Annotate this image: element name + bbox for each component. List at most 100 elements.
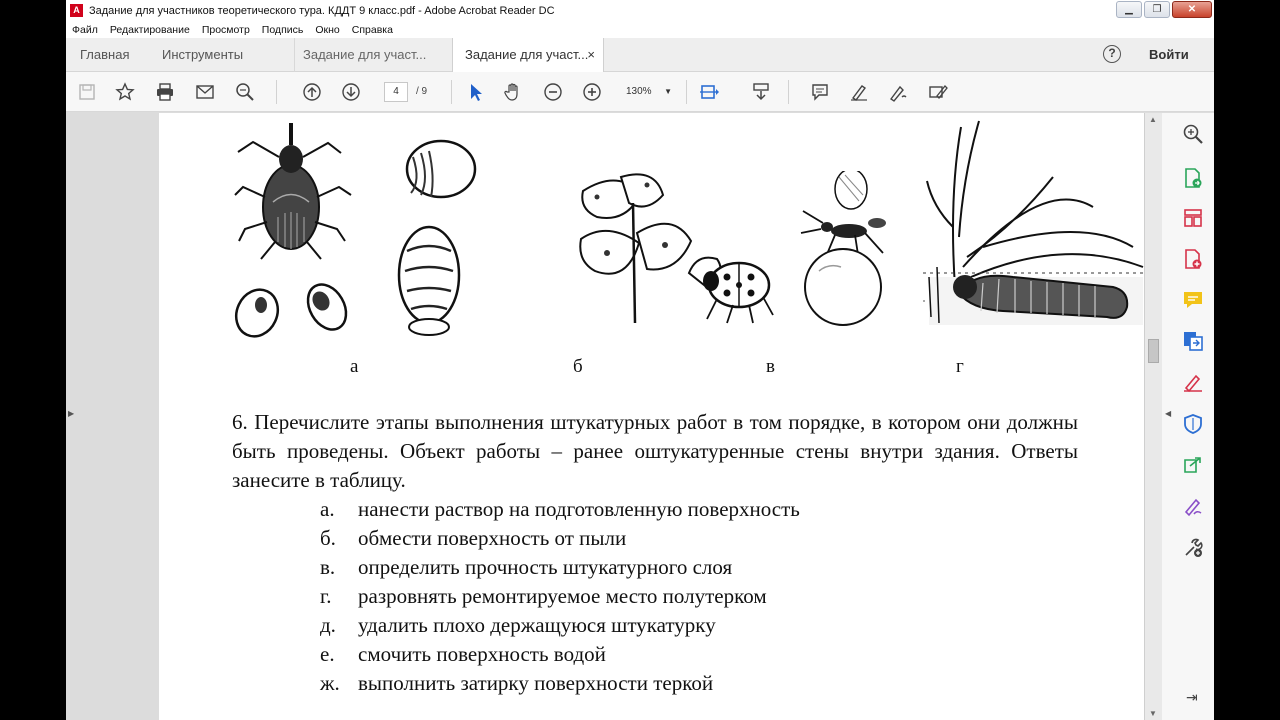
figure-caption-g: г bbox=[956, 356, 964, 377]
sign-in-button[interactable]: Войти bbox=[1149, 38, 1189, 72]
option-letter: в. bbox=[320, 555, 336, 579]
tab-document-2-label: Задание для участ... bbox=[465, 47, 589, 62]
page-total: / 9 bbox=[416, 86, 428, 97]
figure-caption-a: а bbox=[350, 356, 359, 377]
convert-pdf-icon[interactable] bbox=[1182, 330, 1204, 352]
document-viewport[interactable]: ▶ а б в г 6. Перечислите этапы выполнени… bbox=[66, 113, 1145, 720]
scroll-mode-icon[interactable] bbox=[750, 81, 772, 103]
zoom-out-icon[interactable] bbox=[542, 81, 564, 103]
menu-help[interactable]: Справка bbox=[352, 24, 393, 36]
right-pane-collapse-icon[interactable]: ◀ bbox=[1165, 409, 1171, 418]
illustration-v-wasp bbox=[800, 171, 886, 326]
tab-bar: Главная Инструменты Задание для участ...… bbox=[66, 38, 1214, 72]
acrobat-logo-icon: A bbox=[70, 4, 83, 17]
export-pdf-icon[interactable] bbox=[1182, 167, 1204, 189]
toolbar-separator bbox=[276, 80, 277, 104]
option-letter: б. bbox=[320, 526, 336, 550]
email-icon[interactable] bbox=[194, 81, 216, 103]
scroll-up-icon[interactable]: ▲ bbox=[1149, 115, 1157, 124]
fill-sign-pen-icon[interactable] bbox=[1182, 371, 1204, 393]
zoom-in-icon[interactable] bbox=[581, 81, 603, 103]
zoom-level-dropdown[interactable]: 130% ▼ bbox=[618, 82, 676, 102]
acrobat-window: A Задание для участников теоретического … bbox=[66, 0, 1214, 720]
tab-home[interactable]: Главная bbox=[80, 38, 129, 72]
option-text: выполнить затирку поверхности теркой bbox=[358, 671, 714, 695]
select-cursor-icon[interactable] bbox=[464, 81, 486, 103]
maximize-button[interactable]: ❐ bbox=[1144, 1, 1170, 18]
find-zoom-icon[interactable] bbox=[234, 81, 256, 103]
fill-sign-icon[interactable] bbox=[927, 81, 949, 103]
vertical-scrollbar[interactable]: ▲ ▼ bbox=[1144, 113, 1162, 720]
option-text: разровнять ремонтируемое место полутерко… bbox=[358, 584, 767, 608]
option-letter: а. bbox=[320, 497, 335, 521]
previous-page-icon[interactable] bbox=[301, 81, 323, 103]
menu-bar: Файл Редактирование Просмотр Подпись Окн… bbox=[66, 21, 1214, 38]
tab-document-2-active[interactable]: Задание для участ... × bbox=[452, 38, 604, 72]
hand-tool-icon[interactable] bbox=[502, 81, 524, 103]
toolbar-separator bbox=[788, 80, 789, 104]
create-pdf-icon[interactable] bbox=[1182, 248, 1204, 270]
option-item: б. обмести поверхность от пыли bbox=[320, 526, 626, 551]
request-signature-icon[interactable] bbox=[1182, 495, 1204, 517]
help-icon[interactable]: ? bbox=[1103, 45, 1121, 63]
option-item: ж. выполнить затирку поверхности теркой bbox=[320, 671, 713, 696]
page-number-input[interactable]: 4 bbox=[384, 82, 408, 102]
save-icon[interactable] bbox=[76, 81, 98, 103]
next-page-icon[interactable] bbox=[340, 81, 362, 103]
menu-file[interactable]: Файл bbox=[72, 24, 98, 36]
option-letter: е. bbox=[320, 642, 335, 666]
tab-close-icon[interactable]: × bbox=[587, 38, 595, 72]
pdf-page: а б в г 6. Перечислите этапы выполнения … bbox=[159, 113, 1145, 720]
send-for-review-icon[interactable] bbox=[1182, 454, 1204, 476]
option-text: определить прочность штукатурного слоя bbox=[358, 555, 733, 579]
menu-edit[interactable]: Редактирование bbox=[110, 24, 190, 36]
option-item: а. нанести раствор на подготовленную пов… bbox=[320, 497, 800, 522]
bookmark-star-icon[interactable] bbox=[114, 81, 136, 103]
chevron-down-icon: ▼ bbox=[664, 87, 672, 96]
comment-tool-icon[interactable] bbox=[1182, 289, 1204, 311]
illustration-a-pupae bbox=[397, 139, 477, 336]
page-fit-icon[interactable] bbox=[698, 81, 720, 103]
option-letter: г. bbox=[320, 584, 332, 608]
menu-sign[interactable]: Подпись bbox=[262, 24, 304, 36]
menu-window[interactable]: Окно bbox=[315, 24, 339, 36]
option-letter: ж. bbox=[320, 671, 340, 695]
more-tools-icon[interactable] bbox=[1182, 537, 1204, 559]
illustration-a-weevil bbox=[234, 123, 352, 338]
scroll-down-icon[interactable]: ▼ bbox=[1149, 709, 1157, 718]
option-item: е. смочить поверхность водой bbox=[320, 642, 606, 667]
search-zoom-icon[interactable] bbox=[1182, 123, 1204, 145]
option-letter: д. bbox=[320, 613, 336, 637]
illustration-b-ladybird bbox=[579, 173, 774, 324]
figure-caption-v: в bbox=[766, 356, 775, 377]
left-pane-expand-icon[interactable]: ▶ bbox=[68, 409, 74, 418]
tab-tools[interactable]: Инструменты bbox=[162, 38, 243, 72]
tab-document-1[interactable]: Задание для участ... bbox=[294, 38, 452, 72]
toolbar-separator bbox=[686, 80, 687, 104]
question-6-text: 6. Перечислите этапы выполнения штукатур… bbox=[232, 410, 1078, 492]
highlight-pen-icon[interactable] bbox=[848, 81, 870, 103]
tab-document-1-label: Задание для участ... bbox=[303, 47, 427, 62]
minimize-button[interactable]: ▁ bbox=[1116, 1, 1142, 18]
print-icon[interactable] bbox=[154, 81, 176, 103]
zoom-level-value: 130% bbox=[626, 86, 652, 97]
option-text: обмести поверхность от пыли bbox=[358, 526, 627, 550]
option-text: удалить плохо держащуюся штукатурку bbox=[358, 613, 716, 637]
scrollbar-thumb[interactable] bbox=[1148, 339, 1159, 363]
menu-view[interactable]: Просмотр bbox=[202, 24, 250, 36]
protect-shield-icon[interactable] bbox=[1182, 413, 1204, 435]
organize-pages-icon[interactable] bbox=[1182, 207, 1204, 229]
close-window-button[interactable]: ✕ bbox=[1172, 1, 1212, 18]
illustration-g-caterpillar bbox=[923, 120, 1145, 325]
option-text: смочить поверхность водой bbox=[358, 642, 606, 666]
window-title: Задание для участников теоретического ту… bbox=[89, 4, 555, 17]
draw-freeform-icon[interactable] bbox=[887, 81, 909, 103]
option-item: в. определить прочность штукатурного сло… bbox=[320, 555, 732, 580]
comment-icon[interactable] bbox=[809, 81, 831, 103]
option-item: д. удалить плохо держащуюся штукатурку bbox=[320, 613, 716, 638]
collapse-tools-pane-icon[interactable]: ⇥ bbox=[1186, 689, 1198, 706]
figure-caption-b: б bbox=[573, 356, 583, 377]
toolbar-separator bbox=[451, 80, 452, 104]
title-bar: A Задание для участников теоретического … bbox=[66, 0, 1214, 21]
option-text: нанести раствор на подготовленную поверх… bbox=[358, 497, 800, 521]
